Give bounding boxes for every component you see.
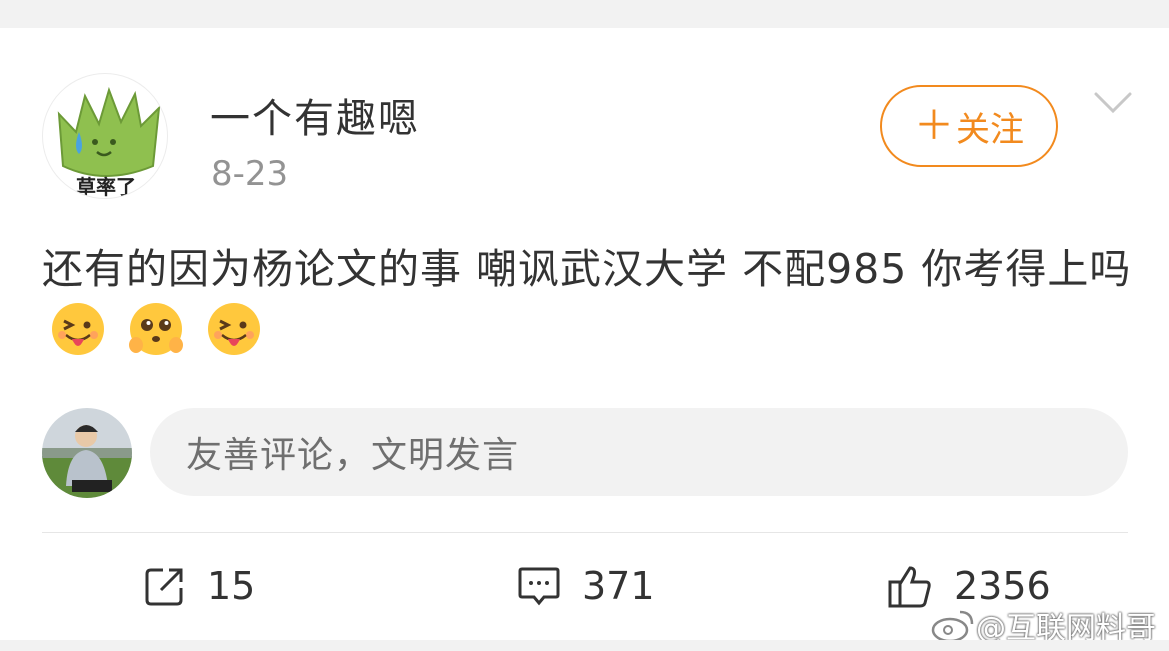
post-text: 还有的因为杨论文的事 嘲讽武汉大学 不配985 你考得上吗: [42, 238, 1132, 362]
user-photo-icon: [42, 408, 132, 498]
divider: [42, 532, 1128, 533]
bottom-separator: [0, 640, 1169, 651]
pleading-emoji-icon: [129, 303, 184, 355]
comment-count: 371: [582, 564, 655, 608]
current-user-avatar[interactable]: [42, 408, 132, 498]
tongue-out-emoji-icon: [208, 303, 261, 355]
share-icon: [145, 568, 183, 606]
chevron-down-icon[interactable]: [1092, 88, 1134, 118]
post-card: 草率了 一个有趣嗯 8-23 ＋ 关注 还有的因为杨论文的事 嘲讽武汉大学 不配…: [0, 28, 1169, 646]
weibo-logo-icon: [931, 610, 974, 642]
comment-placeholder: 友善评论，文明发言: [186, 435, 520, 476]
thumbs-up-icon: [888, 566, 931, 608]
author-name[interactable]: 一个有趣嗯: [210, 86, 420, 144]
comment-input[interactable]: 友善评论，文明发言: [150, 408, 1128, 496]
follow-label: 关注: [956, 109, 1024, 150]
post-date: 8-23: [211, 154, 289, 194]
share-button[interactable]: 15: [143, 558, 255, 614]
comment-button[interactable]: 371: [516, 558, 655, 614]
avatar-badge-text: 草率了: [76, 175, 136, 199]
tongue-out-emoji-icon: [52, 303, 104, 355]
share-count: 15: [207, 564, 256, 608]
top-separator: [0, 0, 1169, 28]
comment-icon: [518, 567, 560, 606]
like-count: 2356: [954, 564, 1051, 608]
crown-avatar-icon: 草率了: [57, 86, 161, 199]
post-text-content: 还有的因为杨论文的事 嘲讽武汉大学 不配985 你考得上吗: [42, 245, 1132, 293]
plus-icon: ＋: [914, 103, 954, 149]
follow-button[interactable]: ＋ 关注: [880, 85, 1058, 167]
author-avatar[interactable]: 草率了: [42, 73, 168, 199]
